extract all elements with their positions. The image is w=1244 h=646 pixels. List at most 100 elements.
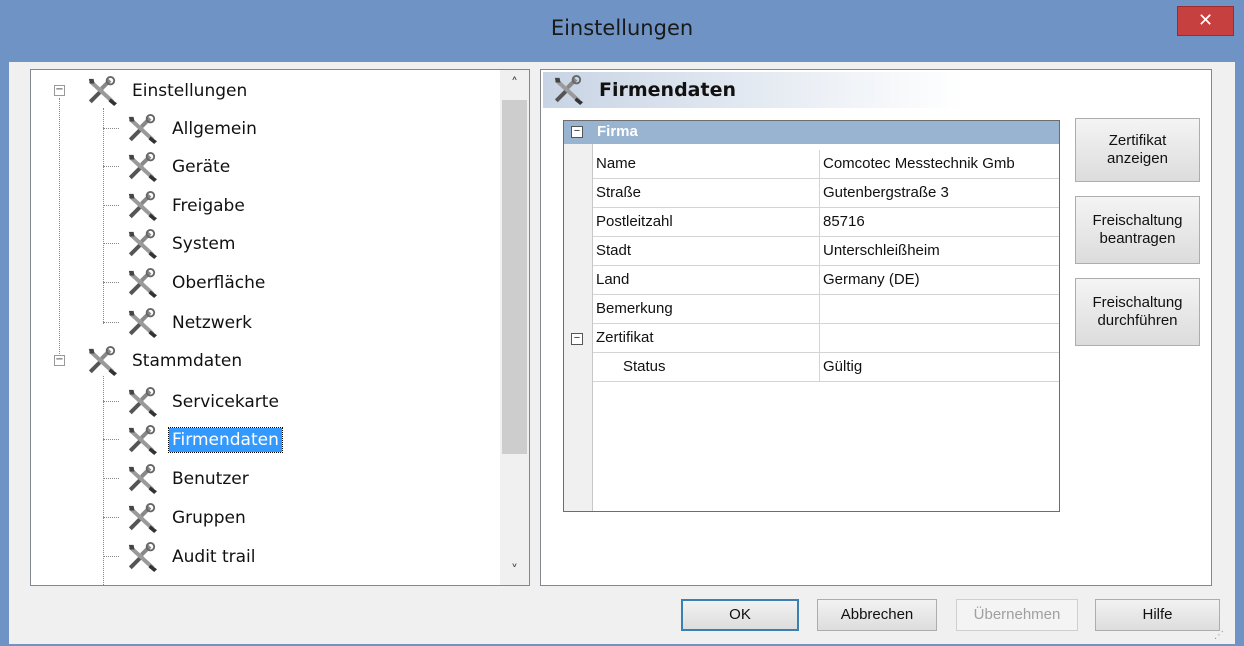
window-title: Einstellungen xyxy=(550,16,694,40)
column-divider xyxy=(819,324,820,353)
category-collapse-icon[interactable]: − xyxy=(571,126,583,138)
property-value[interactable]: 85716 xyxy=(823,213,1059,230)
settings-window: Einstellungen ✕ − Einstellungen Allgemei… xyxy=(0,0,1244,646)
grid-row-land[interactable]: Land Germany (DE) xyxy=(593,266,1059,295)
tree-group-einstellungen[interactable]: Einstellungen xyxy=(83,74,250,108)
grid-row-status[interactable]: Status Gültig xyxy=(593,353,1059,382)
panel-title: Firmendaten xyxy=(599,79,736,101)
tools-icon xyxy=(127,542,158,572)
grid-row-stadt[interactable]: Stadt Unterschleißheim xyxy=(593,237,1059,266)
tree-scrollbar[interactable]: ˄ ˅ xyxy=(500,70,529,585)
tree-item-allgemein[interactable]: Allgemein xyxy=(123,112,260,146)
zertifikat-anzeigen-button[interactable]: Zertifikat anzeigen xyxy=(1075,118,1200,182)
tree-connector xyxy=(103,478,119,479)
grid-row-zertifikat[interactable]: Zertifikat xyxy=(593,324,1059,353)
tools-icon xyxy=(127,229,158,259)
property-value[interactable]: Gutenbergstraße 3 xyxy=(823,184,1059,201)
column-divider xyxy=(819,237,820,266)
property-key: Status xyxy=(623,358,666,375)
tree-item-freigabe[interactable]: Freigabe xyxy=(123,189,248,223)
tree-item-firmendaten[interactable]: Firmendaten xyxy=(123,423,283,457)
tree-connector xyxy=(103,205,119,206)
property-key: Postleitzahl xyxy=(596,213,673,230)
tools-icon xyxy=(553,75,584,105)
scroll-up-arrow-icon[interactable]: ˄ xyxy=(500,70,529,98)
title-bar[interactable]: Einstellungen ✕ xyxy=(0,0,1244,62)
freischaltung-beantragen-button[interactable]: Freischaltung beantragen xyxy=(1075,196,1200,264)
column-divider xyxy=(819,295,820,324)
tree-item-label: Firmendaten xyxy=(168,427,283,453)
tree-expander-stammdaten[interactable]: − xyxy=(54,355,65,366)
scrollbar-thumb[interactable] xyxy=(502,100,527,454)
tree-group-label: Einstellungen xyxy=(132,81,248,101)
tree-item-label: Freigabe xyxy=(172,196,245,216)
tools-icon xyxy=(127,268,158,298)
freischaltung-durchfuehren-button[interactable]: Freischaltung durchführen xyxy=(1075,278,1200,346)
tree-item-label: Servicekarte xyxy=(172,392,279,412)
tree-group-label: Stammdaten xyxy=(132,351,243,371)
tree-connector xyxy=(103,128,119,129)
tree-item-geraete[interactable]: Geräte xyxy=(123,150,233,184)
column-divider xyxy=(819,266,820,295)
property-key: Land xyxy=(596,271,630,288)
property-value[interactable]: Unterschleißheim xyxy=(823,242,1059,259)
resize-grip-icon[interactable]: ⋰ xyxy=(1214,630,1224,641)
property-key: Name xyxy=(596,155,637,172)
tree-item-audit-trail[interactable]: Audit trail xyxy=(123,540,259,574)
grid-row-postleitzahl[interactable]: Postleitzahl 85716 xyxy=(593,208,1059,237)
property-key: Straße xyxy=(596,184,642,201)
property-key: Zertifikat xyxy=(596,329,654,346)
tree-item-label: Allgemein xyxy=(172,119,257,139)
tree-connector xyxy=(103,376,104,585)
panel-header: Firmendaten xyxy=(543,72,963,108)
tree-item-oberflaeche[interactable]: Oberfläche xyxy=(123,266,268,300)
property-grid: − Firma Name Comcotec Messtechnik Gmb St… xyxy=(563,120,1060,512)
tree-item-label: Benutzer xyxy=(172,469,249,489)
tree-item-netzwerk[interactable]: Netzwerk xyxy=(123,306,255,340)
tree-item-system[interactable]: System xyxy=(123,227,238,261)
tools-icon xyxy=(87,76,118,106)
tree-item-label: Oberfläche xyxy=(172,273,266,293)
column-divider xyxy=(819,150,820,179)
apply-button[interactable]: Übernehmen xyxy=(956,599,1078,631)
grid-row-name[interactable]: Name Comcotec Messtechnik Gmb xyxy=(593,150,1059,179)
category-label: Firma xyxy=(597,123,638,140)
column-divider xyxy=(819,353,820,382)
tree-item-label: System xyxy=(172,234,236,254)
cancel-button[interactable]: Abbrechen xyxy=(817,599,937,631)
tools-icon xyxy=(127,464,158,494)
close-button[interactable]: ✕ xyxy=(1177,6,1234,36)
help-button[interactable]: Hilfe xyxy=(1095,599,1220,631)
property-value[interactable]: Germany (DE) xyxy=(823,271,1059,288)
tree-connector xyxy=(103,556,119,557)
tree-group-stammdaten[interactable]: Stammdaten xyxy=(83,344,245,378)
property-key: Stadt xyxy=(596,242,632,259)
tree-connector xyxy=(103,322,119,323)
tree-item-gruppen[interactable]: Gruppen xyxy=(123,501,249,535)
property-value[interactable]: Comcotec Messtechnik Gmb xyxy=(823,155,1059,172)
tree-connector xyxy=(103,517,119,518)
tools-icon xyxy=(127,425,158,455)
ok-button[interactable]: OK xyxy=(681,599,799,631)
tools-icon xyxy=(127,152,158,182)
scroll-down-arrow-icon[interactable]: ˅ xyxy=(500,557,529,585)
tree-item-servicekarte[interactable]: Servicekarte xyxy=(123,385,282,419)
property-value[interactable]: Gültig xyxy=(823,358,1059,375)
grid-category-firma[interactable]: − Firma xyxy=(564,121,1059,144)
grid-row-strasse[interactable]: Straße Gutenbergstraße 3 xyxy=(593,179,1059,208)
zertifikat-collapse-icon[interactable]: − xyxy=(571,333,583,345)
tree-item-benutzer[interactable]: Benutzer xyxy=(123,462,252,496)
tools-icon xyxy=(127,387,158,417)
tree-connector xyxy=(103,243,119,244)
tools-icon xyxy=(127,114,158,144)
tree-connector xyxy=(103,282,119,283)
tools-icon xyxy=(127,503,158,533)
tools-icon xyxy=(127,191,158,221)
tree-item-label: Geräte xyxy=(172,157,231,177)
tree-item-label: Netzwerk xyxy=(172,313,252,333)
column-divider xyxy=(819,179,820,208)
property-key: Bemerkung xyxy=(596,300,673,317)
tree-expander-einstellungen[interactable]: − xyxy=(54,85,65,96)
settings-tree: − Einstellungen Allgemein Geräte Freigab… xyxy=(30,69,530,586)
grid-row-bemerkung[interactable]: Bemerkung xyxy=(593,295,1059,324)
